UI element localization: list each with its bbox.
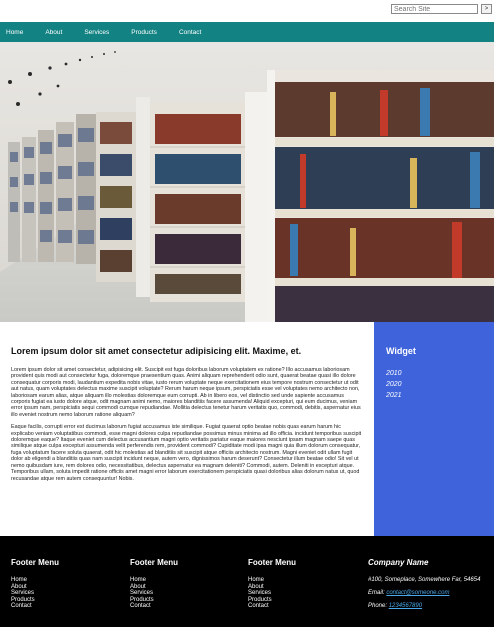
nav-item-about[interactable]: About xyxy=(45,29,62,36)
search-submit-button[interactable]: > xyxy=(481,4,492,14)
footer-link-contact[interactable]: Contact xyxy=(11,603,59,610)
article-paragraph: Lorem ipsum dolor sit amet consectetur, … xyxy=(11,367,361,418)
company-address: #100, Someplace, Somewhere Far, 54654 xyxy=(368,577,481,583)
article-paragraph: Eaque facilis, corrupti error est ducimu… xyxy=(11,424,362,482)
email-label: Email: xyxy=(368,590,385,596)
nav-item-home[interactable]: Home xyxy=(6,29,23,36)
email-link[interactable]: contact@someone.com xyxy=(386,590,449,596)
footer-link-contact[interactable]: Contact xyxy=(248,603,296,610)
company-name: Company Name xyxy=(368,558,429,567)
footer-menu-title: Footer Menu xyxy=(130,558,178,567)
widget-item-2021[interactable]: 2021 xyxy=(386,392,482,399)
main-article: Lorem ipsum dolor sit amet consectetur a… xyxy=(0,322,374,536)
footer-menu-1: Footer Menu Home About Services Products… xyxy=(11,558,59,610)
company-email: Email: contact@someone.com xyxy=(368,590,490,597)
article-title: Lorem ipsum dolor sit amet consectetur a… xyxy=(11,346,302,356)
footer-menu-title: Footer Menu xyxy=(248,558,296,567)
widget-item-2020[interactable]: 2020 xyxy=(386,381,482,388)
library-shelves-photo xyxy=(0,42,494,322)
footer-menu-3: Footer Menu Home About Services Products… xyxy=(248,558,296,610)
footer-menu-title: Footer Menu xyxy=(11,558,59,567)
nav-item-contact[interactable]: Contact xyxy=(179,29,201,36)
footer-company: Company Name #100, Someplace, Somewhere … xyxy=(368,558,490,616)
site-search: > xyxy=(391,4,492,14)
nav-item-products[interactable]: Products xyxy=(131,29,157,36)
footer-link-contact[interactable]: Contact xyxy=(130,603,178,610)
hero-image xyxy=(0,42,494,322)
widget-list: 2010 2020 2021 xyxy=(386,370,482,399)
company-phone: Phone: 1234567890 xyxy=(368,603,490,610)
widget-item-2010[interactable]: 2010 xyxy=(386,370,482,377)
widget-title: Widget xyxy=(386,346,416,356)
footer-menu-2: Footer Menu Home About Services Products… xyxy=(130,558,178,610)
main-nav: Home About Services Products Contact xyxy=(0,22,494,42)
site-footer: Footer Menu Home About Services Products… xyxy=(0,536,494,627)
sidebar-widget: Widget 2010 2020 2021 xyxy=(374,322,494,536)
top-bar: > xyxy=(0,0,494,22)
nav-item-services[interactable]: Services xyxy=(84,29,109,36)
search-input[interactable] xyxy=(391,4,478,14)
phone-label: Phone: xyxy=(368,603,388,609)
phone-link[interactable]: 1234567890 xyxy=(389,603,422,609)
